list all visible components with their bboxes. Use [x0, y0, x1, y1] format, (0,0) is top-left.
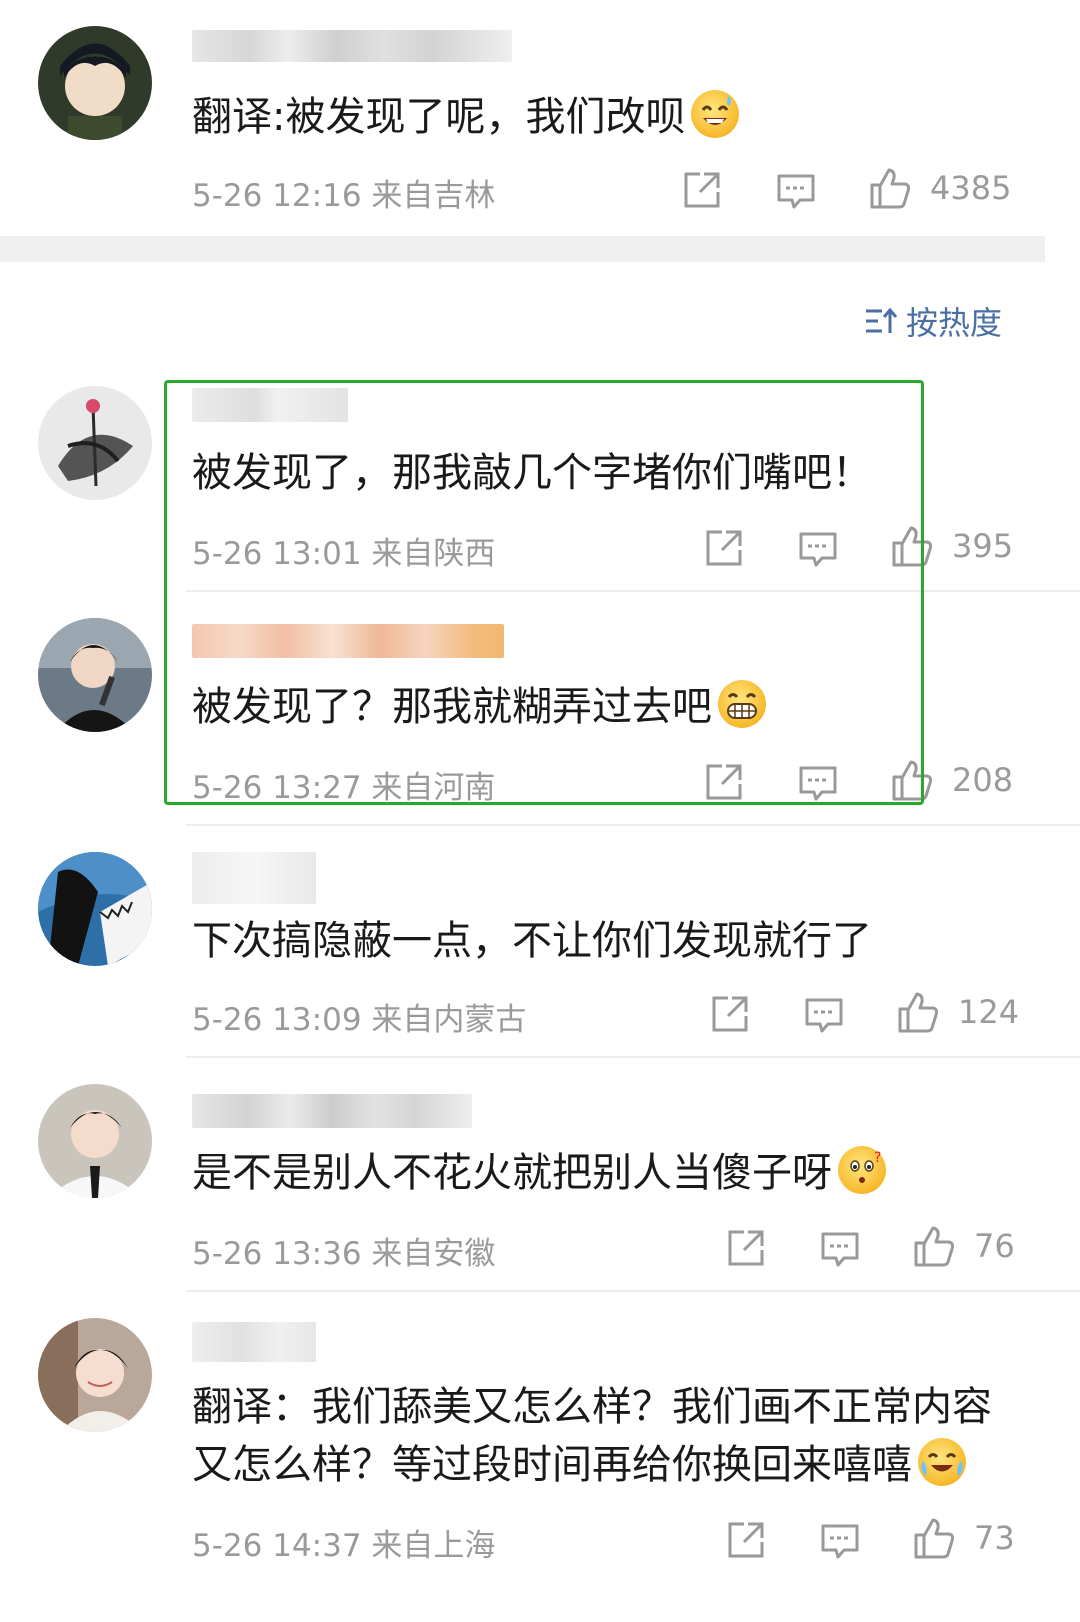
comment-text: 翻译：我们舔美又怎么样？我们画不正常内容 — [192, 1384, 992, 1430]
comment-text: 下次搞隐蔽一点，不让你们发现就行了 — [192, 918, 872, 964]
like-count: 4385 — [930, 169, 1012, 207]
like-icon — [898, 992, 939, 1033]
like-icon — [870, 168, 911, 209]
like-icon — [914, 1226, 955, 1267]
comment-meta: 5-26 12:16 来自吉林 — [192, 178, 496, 214]
comment-meta: 5-26 14:37 来自上海 — [192, 1528, 496, 1564]
share-button[interactable] — [726, 1228, 766, 1268]
comment-button[interactable] — [820, 1522, 860, 1562]
username-blurred[interactable] — [192, 30, 512, 62]
svg-text:?: ? — [874, 1150, 881, 1166]
divider — [186, 1056, 1080, 1058]
like-count: 395 — [952, 527, 1014, 565]
share-icon — [712, 996, 748, 1032]
comment-icon — [821, 1232, 859, 1267]
comment-text-line2: 又怎么样？等过段时间再给你换回来嘻嘻 — [192, 1436, 966, 1494]
comment-button[interactable] — [820, 1230, 860, 1270]
sort-icon — [866, 307, 898, 333]
like-count: 73 — [974, 1519, 1015, 1557]
confused-emoji-icon: ? — [838, 1146, 886, 1194]
sort-toggle[interactable]: 按热度 — [864, 298, 1002, 344]
divider — [186, 824, 1080, 826]
comment-button[interactable] — [804, 996, 844, 1036]
comment-button[interactable] — [776, 172, 816, 212]
comment-meta: 5-26 13:09 来自内蒙古 — [192, 1002, 527, 1038]
comment-icon — [805, 998, 843, 1033]
avatar[interactable] — [38, 852, 152, 966]
avatar[interactable] — [38, 618, 152, 732]
like-button[interactable]: 73 — [912, 1516, 1015, 1560]
avatar[interactable] — [38, 1318, 152, 1432]
comment-text: 翻译:被发现了呢，我们改呗 — [192, 88, 740, 146]
avatar[interactable] — [38, 1084, 152, 1198]
comment-icon — [777, 174, 815, 209]
share-icon — [728, 1230, 764, 1266]
section-separator — [0, 236, 1045, 262]
laugh-cry-emoji-icon — [918, 1438, 966, 1486]
like-button[interactable]: 4385 — [868, 166, 1011, 210]
username-blurred[interactable] — [192, 852, 316, 904]
comment-icon — [821, 1524, 859, 1559]
username-blurred[interactable] — [192, 1322, 316, 1362]
like-button[interactable]: 124 — [896, 990, 1019, 1034]
like-icon — [914, 1518, 955, 1559]
like-button[interactable]: 76 — [912, 1224, 1015, 1268]
share-button[interactable] — [682, 170, 722, 210]
comment-text: 是不是别人不花火就把别人当傻子呀? — [192, 1144, 886, 1202]
divider — [186, 1290, 1080, 1292]
sort-label: 按热度 — [906, 304, 1003, 342]
comment-meta: 5-26 13:36 来自安徽 — [192, 1236, 496, 1272]
share-button[interactable] — [710, 994, 750, 1034]
share-button[interactable] — [726, 1520, 766, 1560]
username-blurred[interactable] — [192, 1094, 472, 1128]
avatar[interactable] — [38, 26, 152, 140]
highlight-box — [164, 380, 924, 805]
like-count: 208 — [952, 761, 1014, 799]
like-count: 124 — [958, 993, 1020, 1031]
sweat-smile-emoji-icon — [691, 90, 740, 138]
share-icon — [728, 1522, 764, 1558]
avatar[interactable] — [38, 386, 152, 500]
share-icon — [684, 172, 720, 208]
like-count: 76 — [974, 1227, 1015, 1265]
